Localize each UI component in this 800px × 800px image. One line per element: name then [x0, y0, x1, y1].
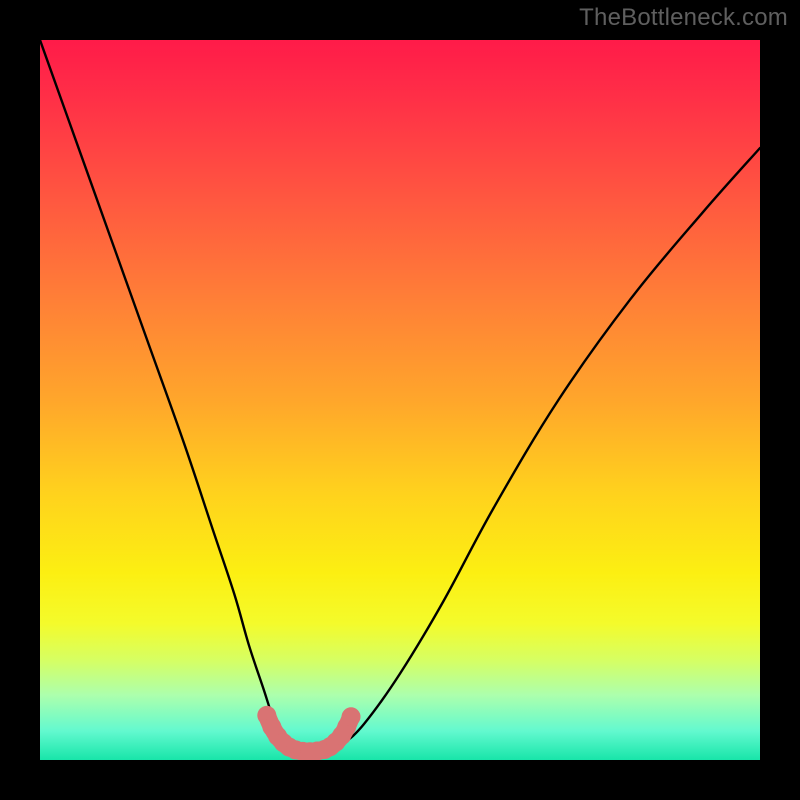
chart-frame: TheBottleneck.com	[0, 0, 800, 800]
bottleneck-curve	[40, 40, 760, 753]
curve-layer	[40, 40, 760, 760]
plot-area	[40, 40, 760, 760]
bottom-marker-dot	[342, 707, 361, 726]
watermark-label: TheBottleneck.com	[579, 4, 788, 32]
